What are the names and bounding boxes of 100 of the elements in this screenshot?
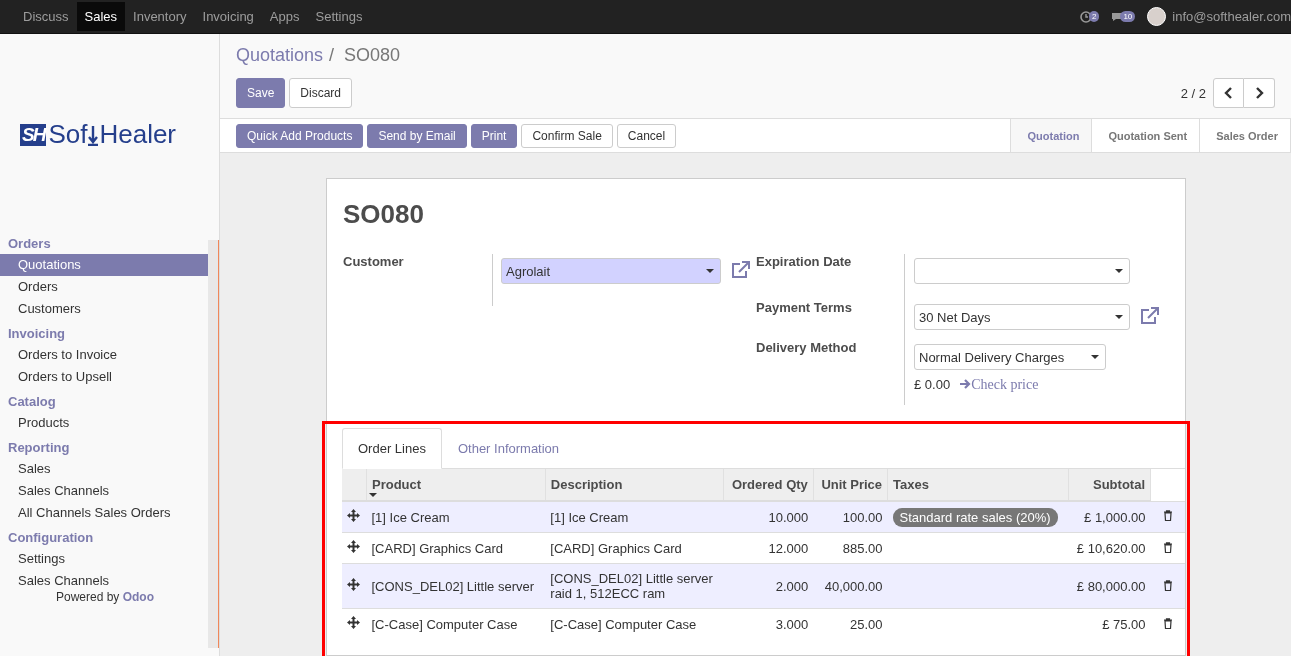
- menu-section-title: Orders: [7, 235, 52, 253]
- caret-icon: [1115, 269, 1123, 273]
- tab[interactable]: Other Information: [441, 428, 576, 469]
- column-header[interactable]: Description: [545, 469, 724, 501]
- sidebar-item[interactable]: Settings: [0, 548, 209, 570]
- menu-section-title: Configuration: [7, 529, 95, 547]
- caret-icon: [1091, 355, 1099, 359]
- breadcrumb-current: SO080: [344, 45, 401, 66]
- sidebar-item[interactable]: Customers: [0, 298, 209, 320]
- status-step[interactable]: Sales Order: [1200, 119, 1291, 152]
- table-cell: [1] Ice Cream: [366, 501, 546, 533]
- table-cell: £ 80,000.00: [1068, 563, 1151, 609]
- tax-tag: Standard rate sales (20%): [892, 507, 1058, 527]
- action-button[interactable]: Print: [470, 123, 518, 148]
- column-header[interactable]: Subtotal: [1068, 469, 1151, 501]
- sidebar-item[interactable]: Sales: [0, 458, 209, 480]
- drag-handle-icon[interactable]: [347, 509, 360, 522]
- sidebar-item[interactable]: Products: [0, 412, 209, 434]
- previous-button[interactable]: [1213, 78, 1244, 108]
- clock-icon: [1079, 10, 1092, 23]
- action-button[interactable]: Cancel: [616, 123, 677, 148]
- table-cell: [C-Case] Computer Case: [545, 608, 724, 639]
- avatar-circle: [1147, 7, 1167, 26]
- field-label: Delivery Method: [756, 340, 858, 357]
- app-menu-item[interactable]: Apps: [261, 2, 308, 31]
- form-button[interactable]: Discard: [289, 78, 353, 108]
- powered-by-text: Powered by Odoo: [55, 590, 156, 604]
- select-field[interactable]: [914, 258, 1130, 284]
- column-header[interactable]: Unit Price: [813, 469, 888, 501]
- sidebar-item[interactable]: Orders to Upsell: [0, 366, 209, 388]
- trash-icon[interactable]: [1162, 617, 1173, 629]
- column-header[interactable]: Product: [366, 469, 546, 501]
- app-menu-item[interactable]: Inventory: [125, 2, 195, 31]
- check-price-link[interactable]: Check price: [960, 377, 1039, 393]
- breadcrumb-link[interactable]: Quotations: [236, 45, 324, 66]
- drag-handle-icon[interactable]: [347, 578, 360, 591]
- select-field[interactable]: Normal Delivery Charges: [914, 344, 1106, 370]
- table-cell: 100.00: [813, 501, 888, 533]
- next-button[interactable]: [1244, 78, 1275, 108]
- caret-icon: [1115, 315, 1123, 319]
- trash-icon[interactable]: [1162, 541, 1173, 553]
- field-label: Payment Terms: [756, 300, 853, 317]
- chevron-left-icon: [1223, 87, 1234, 99]
- column-header[interactable]: Taxes: [887, 469, 1069, 501]
- table-cell: [1] Ice Cream: [545, 501, 724, 533]
- sidebar-item[interactable]: Sales Channels: [0, 480, 209, 502]
- table-cell: [CONS_DEL02] Little server raid 1, 512ECC ram: [545, 563, 724, 609]
- app-menu-item[interactable]: Invoicing: [194, 2, 262, 31]
- app-menu-item[interactable]: Settings: [307, 2, 371, 31]
- drag-handle-icon[interactable]: [347, 616, 360, 629]
- activity-button[interactable]: 2: [1079, 10, 1100, 23]
- record-title: SO080: [343, 199, 425, 230]
- field-label: Expiration Date: [756, 254, 853, 271]
- field-label: Customer: [343, 254, 405, 269]
- action-button[interactable]: Quick Add Products: [236, 123, 364, 148]
- sidebar-item[interactable]: Sales Channels: [0, 570, 209, 592]
- caret-icon: [706, 269, 714, 273]
- message-count: 10: [1120, 11, 1136, 22]
- action-button[interactable]: Send by Email: [367, 123, 467, 148]
- status-step[interactable]: Quotation Sent: [1092, 119, 1201, 152]
- column-header[interactable]: Ordered Qty: [723, 469, 814, 501]
- breadcrumb-separator: /: [329, 45, 335, 66]
- menu-section-title: Invoicing: [7, 325, 67, 343]
- form-button[interactable]: Save: [236, 78, 286, 108]
- company-logo: SH Sof Healer: [20, 119, 177, 150]
- sidebar-item[interactable]: Quotations: [0, 254, 209, 276]
- trash-icon[interactable]: [1162, 510, 1173, 522]
- table-cell: 25.00: [813, 608, 888, 639]
- sidebar-item[interactable]: All Channels Sales Orders: [0, 502, 209, 524]
- messages-button[interactable]: 10: [1111, 11, 1136, 22]
- status-step[interactable]: Quotation: [1011, 119, 1093, 152]
- tab[interactable]: Order Lines: [342, 428, 442, 469]
- activity-count: 2: [1088, 11, 1100, 22]
- table-cell: [CONS_DEL02] Little server: [366, 563, 546, 609]
- table-cell: £ 1,000.00: [1068, 501, 1151, 533]
- app-menu-item[interactable]: Discuss: [15, 2, 77, 31]
- table-cell: 3.000: [723, 608, 814, 639]
- table-cell: 40,000.00: [813, 563, 888, 609]
- app-menu-item[interactable]: Sales: [76, 2, 126, 31]
- table-cell: [C-Case] Computer Case: [366, 608, 546, 639]
- delivery-price: £ 0.00: [914, 377, 951, 393]
- select-field[interactable]: 30 Net Days: [914, 304, 1130, 330]
- table-cell: £ 75.00: [1068, 608, 1151, 639]
- sidebar-item[interactable]: Orders to Invoice: [0, 344, 209, 366]
- chevron-right-icon: [1254, 87, 1264, 99]
- drag-handle-icon[interactable]: [347, 540, 360, 553]
- arrow-right-icon: [960, 379, 972, 389]
- sidebar-item[interactable]: Orders: [0, 276, 209, 298]
- menu-section-title: Reporting: [7, 439, 71, 457]
- user-menu[interactable]: info@softhealer.com: [1172, 9, 1291, 24]
- customer-field[interactable]: Agrolait: [501, 258, 721, 284]
- table-cell: 2.000: [723, 563, 814, 609]
- action-button[interactable]: Confirm Sale: [521, 123, 613, 148]
- external-link-icon[interactable]: [1140, 307, 1160, 325]
- pager-value: 2 / 2: [1180, 85, 1206, 101]
- menu-section-title: Catalog: [7, 393, 57, 411]
- table-cell: 10.000: [723, 501, 814, 533]
- arrow-letter-icon: [88, 125, 99, 146]
- external-link-icon[interactable]: [731, 261, 751, 279]
- trash-icon[interactable]: [1162, 579, 1173, 591]
